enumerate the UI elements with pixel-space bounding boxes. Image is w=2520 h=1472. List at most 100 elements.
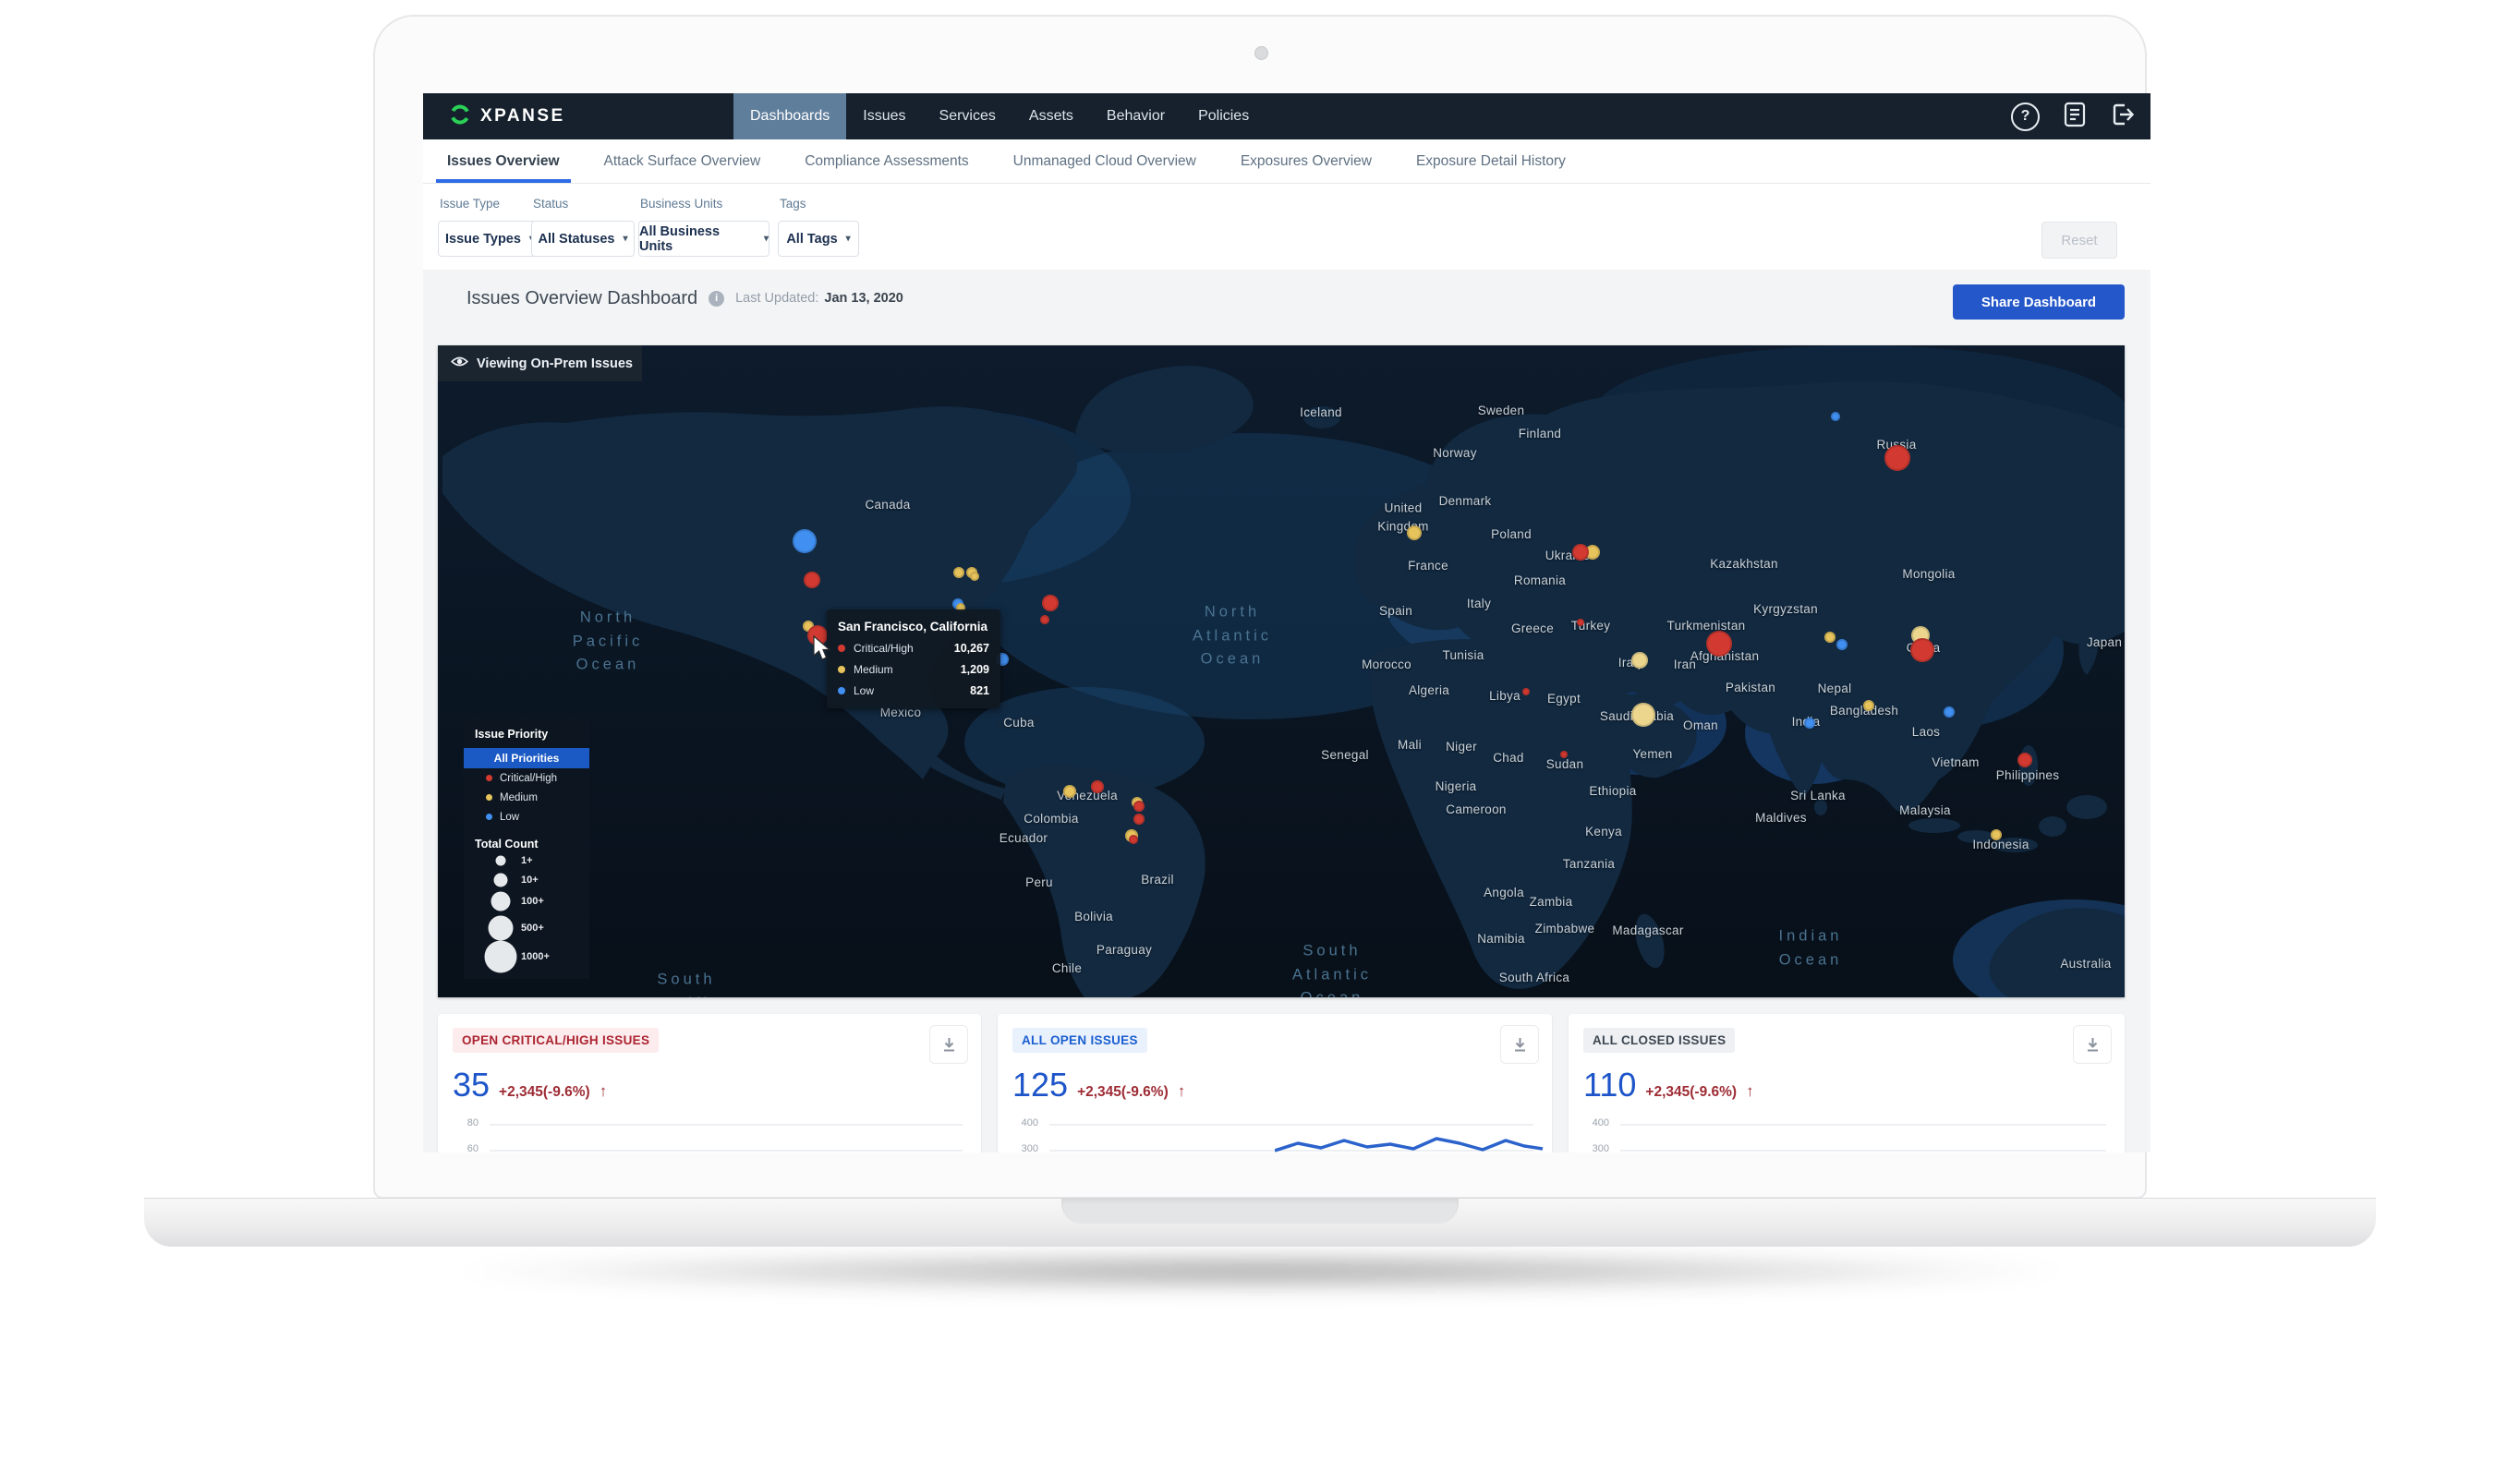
issue-marker-red[interactable] (1560, 751, 1568, 758)
tab-compliance-assessments[interactable]: Compliance Assessments (794, 139, 979, 183)
map-legend: Issue Priority All Priorities Critical/H… (464, 718, 589, 979)
issue-marker-red[interactable] (807, 625, 828, 646)
issue-marker-blue[interactable] (793, 529, 817, 553)
priority-dot (838, 666, 845, 673)
card-title-badge: ALL OPEN ISSUES (1012, 1028, 1147, 1053)
page-title: Issues Overview Dashboard (466, 288, 697, 309)
card-title-badge: ALL CLOSED ISSUES (1583, 1028, 1735, 1053)
axis-tick: 300 (1581, 1143, 1609, 1152)
priority-dot (486, 794, 492, 801)
tooltip-row-label: Low (854, 684, 970, 697)
count-label: 10+ (521, 875, 539, 886)
tab-unmanaged-cloud-overview[interactable]: Unmanaged Cloud Overview (1002, 139, 1207, 183)
issue-marker-red[interactable] (1577, 619, 1584, 626)
nav-item-issues[interactable]: Issues (846, 93, 922, 139)
issue-marker-red[interactable] (2017, 753, 2032, 767)
issue-marker-red[interactable] (1133, 801, 1145, 812)
download-icon[interactable] (2073, 1025, 2112, 1064)
filter-dropdown-status[interactable]: All Statuses▾ (531, 221, 635, 257)
top-navbar: XPANSE DashboardsIssuesServicesAssetsBeh… (423, 93, 2150, 139)
issue-marker-yellow[interactable] (1063, 785, 1076, 798)
nav-item-policies[interactable]: Policies (1181, 93, 1266, 139)
legend-all-priorities[interactable]: All Priorities (464, 748, 589, 768)
issue-marker-red[interactable] (1042, 595, 1059, 611)
issue-marker-red[interactable] (1091, 780, 1104, 793)
issue-marker-red[interactable] (1884, 445, 1910, 471)
issue-marker-red[interactable] (1910, 638, 1934, 662)
tooltip-row-value: 1,209 (961, 663, 989, 676)
legend-priority-medium[interactable]: Medium (464, 788, 589, 807)
filter-label-status: Status (533, 197, 568, 211)
legend-priority-critical-high[interactable]: Critical/High (464, 768, 589, 788)
issue-marker-red[interactable] (1129, 835, 1138, 844)
issue-marker-blue[interactable] (1944, 706, 1955, 718)
issue-marker-blue[interactable] (1836, 639, 1848, 650)
tab-attack-surface-overview[interactable]: Attack Surface Overview (593, 139, 772, 183)
share-dashboard-button[interactable]: Share Dashboard (1953, 284, 2125, 320)
card-value: 125 (1012, 1066, 1068, 1104)
issue-marker-yellow[interactable] (1824, 632, 1835, 643)
card-delta: +2,345(-9.6%) (499, 1084, 590, 1101)
brand-logo: XPANSE (449, 93, 565, 139)
download-icon[interactable] (1500, 1025, 1539, 1064)
issue-marker-pale[interactable] (1631, 703, 1655, 727)
issue-marker-pale[interactable] (1631, 652, 1648, 669)
issue-marker-yellow[interactable] (1991, 829, 2002, 840)
download-icon[interactable] (929, 1025, 968, 1064)
trend-sparkline (1275, 1136, 1547, 1152)
nav-item-dashboards[interactable]: Dashboards (733, 93, 846, 139)
last-updated-value: Jan 13, 2020 (824, 291, 903, 306)
gridline (490, 1150, 963, 1152)
world-map[interactable]: North Pacific OceanNorth Atlantic OceanS… (438, 345, 2125, 997)
filter-bar: Issue Type Issue Types▾ Status All Statuses… (423, 184, 2150, 270)
issue-marker-blue[interactable] (1804, 718, 1815, 729)
filter-dropdown-tags[interactable]: All Tags▾ (778, 221, 859, 257)
tab-issues-overview[interactable]: Issues Overview (436, 139, 571, 183)
tab-exposure-detail-history[interactable]: Exposure Detail History (1405, 139, 1577, 183)
trend-up-icon: ↑ (1746, 1082, 1754, 1101)
issue-marker-red[interactable] (1706, 631, 1732, 657)
issue-marker-red[interactable] (1040, 615, 1049, 624)
count-label: 100+ (521, 896, 544, 907)
viewing-mode-badge: Viewing On-Prem Issues (438, 345, 642, 381)
tooltip-row: Critical/High10,267 (838, 642, 989, 655)
legend-priority-title: Issue Priority (464, 728, 589, 741)
tab-exposures-overview[interactable]: Exposures Overview (1230, 139, 1383, 183)
issue-marker-yellow[interactable] (1407, 525, 1422, 540)
tooltip-row-label: Critical/High (854, 642, 954, 655)
nav-item-services[interactable]: Services (923, 93, 1012, 139)
legend-priority-low[interactable]: Low (464, 807, 589, 826)
axis-tick: 400 (1011, 1117, 1038, 1128)
filter-dropdown-issue-type[interactable]: Issue Types▾ (438, 221, 541, 257)
release-notes-icon[interactable] (2064, 102, 2086, 132)
issue-marker-blue[interactable] (1831, 412, 1840, 421)
filter-label-issue-type: Issue Type (440, 197, 500, 211)
info-icon[interactable]: i (709, 291, 724, 307)
count-circle (496, 856, 506, 866)
last-updated-label: Last Updated: (735, 291, 818, 306)
issue-marker-red[interactable] (804, 572, 820, 588)
reset-button[interactable]: Reset (2041, 222, 2117, 259)
tooltip-row-value: 10,267 (954, 642, 989, 655)
nav-utility-icons: ? (2011, 93, 2136, 139)
trend-up-icon: ↑ (1178, 1082, 1186, 1101)
map-continents (438, 345, 2125, 997)
card-value: 35 (453, 1066, 490, 1104)
filter-label-tags: Tags (780, 197, 806, 211)
issue-marker-yellow[interactable] (970, 572, 979, 581)
count-circle (489, 916, 514, 941)
help-icon[interactable]: ? (2011, 103, 2040, 131)
brand-logo-icon (449, 103, 471, 130)
issue-marker-red[interactable] (1133, 814, 1145, 825)
issue-marker-yellow[interactable] (953, 567, 964, 578)
issue-marker-yellow[interactable] (1863, 700, 1874, 711)
nav-item-assets[interactable]: Assets (1012, 93, 1090, 139)
eye-icon (451, 356, 468, 371)
nav-item-behavior[interactable]: Behavior (1090, 93, 1181, 139)
signout-icon[interactable] (2110, 102, 2136, 132)
issue-marker-red[interactable] (1522, 688, 1530, 695)
filter-dropdown-business-units[interactable]: All Business Units▾ (638, 221, 769, 257)
count-circle (485, 941, 517, 973)
count-circle (491, 892, 511, 911)
issue-marker-red[interactable] (1572, 544, 1589, 561)
